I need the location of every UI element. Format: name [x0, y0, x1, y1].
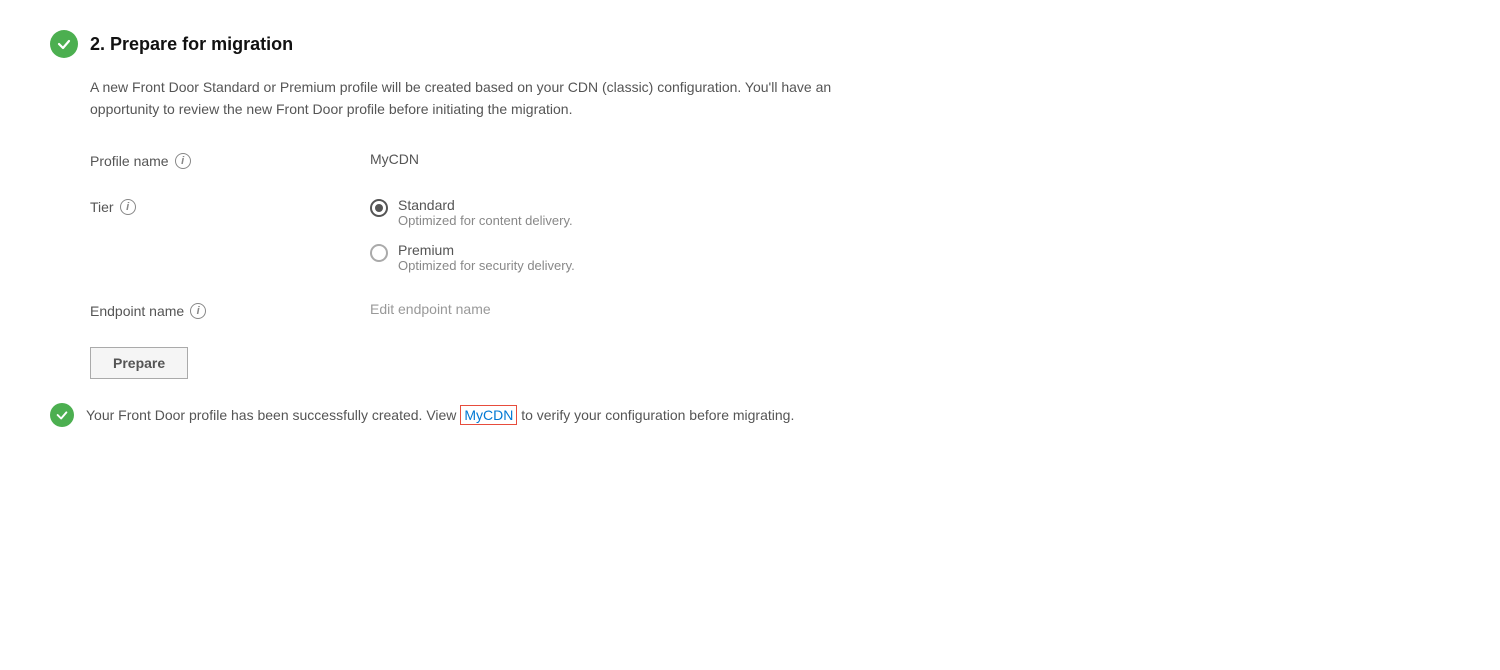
- profile-name-info-icon[interactable]: i: [175, 153, 191, 169]
- tier-info-icon[interactable]: i: [120, 199, 136, 215]
- success-check-icon: [50, 403, 74, 427]
- tier-standard-radio[interactable]: [370, 199, 388, 217]
- tier-standard-label: Standard Optimized for content delivery.: [398, 197, 573, 228]
- endpoint-name-value[interactable]: Edit endpoint name: [370, 301, 1450, 317]
- endpoint-name-info-icon[interactable]: i: [190, 303, 206, 319]
- tier-premium-label: Premium Optimized for security delivery.: [398, 242, 575, 273]
- tier-premium-option[interactable]: Premium Optimized for security delivery.: [370, 242, 1450, 273]
- section-header: 2. Prepare for migration: [50, 30, 1450, 58]
- form-section: Profile name i MyCDN Tier i Standard Opt…: [90, 151, 1450, 403]
- tier-standard-radio-inner: [375, 204, 383, 212]
- success-message: Your Front Door profile has been success…: [86, 405, 794, 425]
- prepare-button[interactable]: Prepare: [90, 347, 188, 379]
- profile-name-value: MyCDN: [370, 151, 1450, 167]
- tier-standard-option[interactable]: Standard Optimized for content delivery.: [370, 197, 1450, 228]
- tier-row: Tier i Standard Optimized for content de…: [90, 197, 1450, 273]
- section-description: A new Front Door Standard or Premium pro…: [90, 76, 990, 121]
- endpoint-name-label: Endpoint name i: [90, 301, 370, 319]
- mycdn-link[interactable]: MyCDN: [460, 405, 517, 425]
- section-title: 2. Prepare for migration: [90, 34, 293, 55]
- tier-premium-radio[interactable]: [370, 244, 388, 262]
- endpoint-name-row: Endpoint name i Edit endpoint name: [90, 301, 1450, 319]
- success-row: Your Front Door profile has been success…: [50, 403, 1450, 427]
- tier-options: Standard Optimized for content delivery.…: [370, 197, 1450, 273]
- step-check-icon: [50, 30, 78, 58]
- profile-name-row: Profile name i MyCDN: [90, 151, 1450, 169]
- tier-label: Tier i: [90, 197, 370, 215]
- profile-name-label: Profile name i: [90, 151, 370, 169]
